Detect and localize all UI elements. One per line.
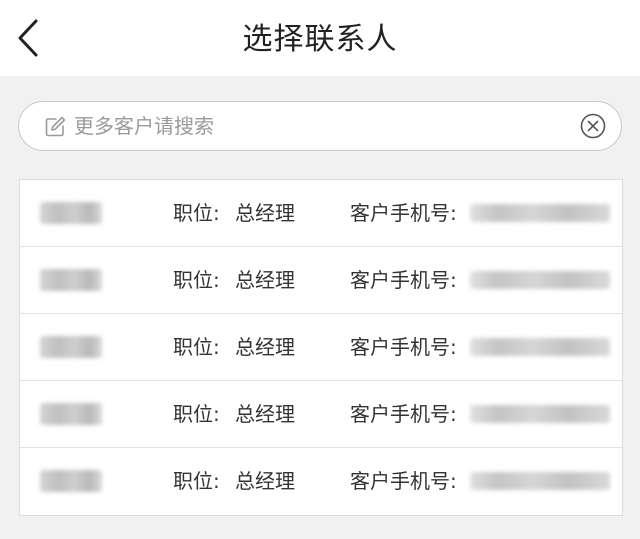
contact-row[interactable]: 职位: 总经理 客户手机号: — [20, 247, 622, 314]
contact-picker-screen: 选择联系人 职位: 总经理 客户手机号: 职位: 总经理 客户手机号: — [0, 0, 640, 539]
phone-label: 客户手机号: — [350, 469, 457, 493]
phone-label: 客户手机号: — [350, 402, 457, 426]
position-label: 职位: — [173, 469, 220, 493]
position-value: 总经理 — [235, 469, 295, 493]
contact-list: 职位: 总经理 客户手机号: 职位: 总经理 客户手机号: 职位: 总经理 客户… — [19, 179, 623, 516]
edit-icon — [45, 116, 66, 137]
phone-label: 客户手机号: — [350, 201, 457, 225]
contact-row[interactable]: 职位: 总经理 客户手机号: — [20, 448, 622, 515]
position-label: 职位: — [173, 201, 220, 225]
back-button[interactable] — [4, 12, 52, 64]
position-value: 总经理 — [235, 335, 295, 359]
contact-name-redacted — [40, 202, 102, 224]
contact-row[interactable]: 职位: 总经理 客户手机号: — [20, 381, 622, 448]
position-label: 职位: — [173, 335, 220, 359]
phone-number-redacted — [470, 405, 610, 423]
phone-label: 客户手机号: — [350, 335, 457, 359]
contact-name-redacted — [40, 269, 102, 291]
page-title: 选择联系人 — [242, 22, 398, 57]
position-value: 总经理 — [235, 402, 295, 426]
phone-number-redacted — [470, 472, 610, 490]
chevron-left-icon — [18, 19, 38, 57]
header-bar: 选择联系人 — [0, 0, 640, 76]
contact-name-redacted — [40, 403, 102, 425]
position-value: 总经理 — [235, 201, 295, 225]
contact-row[interactable]: 职位: 总经理 客户手机号: — [20, 180, 622, 247]
phone-label: 客户手机号: — [350, 268, 457, 292]
contact-name-redacted — [40, 336, 102, 358]
position-label: 职位: — [173, 268, 220, 292]
position-value: 总经理 — [235, 268, 295, 292]
search-box[interactable] — [18, 101, 622, 151]
contact-row[interactable]: 职位: 总经理 客户手机号: — [20, 314, 622, 381]
phone-number-redacted — [470, 271, 610, 289]
phone-number-redacted — [470, 338, 610, 356]
phone-number-redacted — [470, 204, 610, 222]
position-label: 职位: — [173, 402, 220, 426]
clear-circle-icon[interactable] — [579, 112, 607, 140]
contact-name-redacted — [40, 470, 102, 492]
search-input[interactable] — [74, 102, 564, 150]
